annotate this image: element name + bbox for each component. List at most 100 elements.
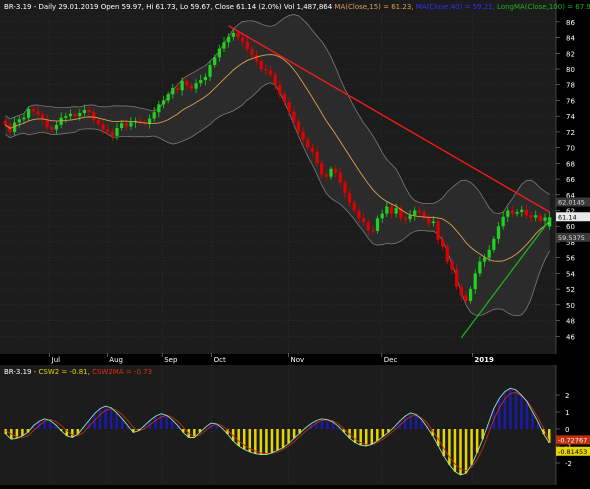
candle-body [129, 122, 133, 127]
candle-body [394, 208, 398, 214]
time-tick-label: Sep [164, 356, 178, 364]
candle-body [240, 37, 245, 42]
candle-body [459, 286, 463, 296]
price-tick-label: 60 [566, 223, 575, 231]
candle-body [329, 168, 333, 177]
candle-body [120, 123, 124, 128]
candle-body [310, 147, 315, 152]
candle-body [389, 206, 394, 214]
candle-body [338, 172, 342, 183]
price-tick-label: 54 [566, 270, 575, 278]
candle-body [264, 69, 268, 71]
time-tick-label: 2019 [474, 356, 494, 364]
candle-body [54, 124, 59, 130]
candle-body [320, 163, 324, 175]
candle-body [347, 193, 352, 203]
candle-body [473, 273, 477, 290]
price-axis: 4648505254565860626466687072747678808284… [555, 0, 575, 354]
header-line: BR-3.19 - Daily 29.01.2019 Open 59.97, H… [4, 3, 590, 11]
candle-body [427, 217, 431, 224]
osc-csw2ma-label: CSW2MA = -0.73 [92, 368, 152, 376]
candle-body [445, 246, 449, 262]
candle-body [529, 215, 533, 218]
chart-window: 46 48 50 52 54 56 58 60 62 64 66 68 70 72 74 76 78 80 82 84… [0, 0, 590, 485]
price-tick-label: 82 [566, 50, 575, 58]
candle-body [64, 116, 68, 118]
time-tick-label: Dec [384, 356, 398, 364]
candle-body [380, 213, 384, 219]
header-info: - Daily 29.01.2019 Open 59.97, Hi 61.73,… [32, 3, 333, 11]
candle-body [408, 215, 412, 220]
candle-body [82, 109, 87, 114]
value-tags: 62.0145 61.14 59.5375 -0.72767 -0.81453 [556, 197, 590, 456]
candle-body [157, 104, 161, 113]
candle-body [296, 121, 301, 132]
candle-body [543, 217, 547, 221]
candle-body [306, 139, 310, 148]
candle-body [464, 295, 468, 301]
price-tick-label: 68 [566, 160, 575, 168]
candle-body [213, 57, 217, 66]
candle-body [199, 80, 203, 84]
candle-body [417, 210, 422, 213]
candle-body [478, 261, 482, 274]
candle-body [22, 117, 26, 120]
candle-body [454, 269, 459, 287]
candle-body [189, 85, 194, 89]
candle-body [510, 210, 515, 214]
candle-body [324, 174, 328, 177]
candle-body [73, 113, 77, 117]
candle-body [385, 206, 389, 214]
price-tick-label: 48 [566, 318, 575, 326]
last-price-tag: 61.14 [558, 213, 577, 221]
candle-body [492, 238, 496, 250]
candle-body [217, 48, 221, 58]
osc-tick-label: 2 [565, 392, 569, 400]
candle-body [292, 111, 296, 122]
candle-body [26, 109, 31, 118]
header-ma-label: MA(Close,15) = 61.23, [334, 3, 413, 11]
lower-band-tag: 59.5375 [558, 234, 585, 242]
candle-body [361, 218, 366, 223]
candle-body [245, 41, 249, 50]
osc-csw2-label: - CSW2 = -0.81, [34, 368, 90, 376]
oscillator-axis: -2-1012 [555, 365, 572, 485]
candle-body [534, 215, 538, 218]
candle-body [431, 221, 435, 224]
candle-body [166, 94, 170, 101]
candle-body [278, 84, 282, 95]
time-tick-label: Nov [290, 356, 304, 364]
candle-body [175, 87, 180, 91]
price-chart-svg: 4648505254565860626466687072747678808284… [0, 0, 590, 485]
candle-body [538, 215, 542, 221]
candle-body [115, 127, 119, 136]
price-tick-label: 52 [566, 286, 575, 294]
header-symbol: BR-3.19 [4, 3, 32, 11]
candle-body [524, 209, 529, 216]
candle-body [17, 119, 21, 123]
candle-body [268, 70, 273, 75]
candle-body [110, 131, 114, 136]
candle-body [227, 36, 231, 43]
candle-body [106, 129, 110, 132]
candle-body [352, 202, 356, 211]
candle-body [96, 120, 101, 125]
price-tick-label: 84 [566, 35, 575, 43]
candle-body [194, 83, 198, 89]
candle-body [273, 74, 277, 85]
candle-body [371, 230, 375, 232]
price-tick-label: 76 [566, 97, 575, 105]
osc-tick-label: 0 [565, 426, 569, 434]
candle-body [185, 80, 189, 86]
candle-body [282, 94, 287, 103]
osc-tick-label: -2 [565, 460, 572, 468]
candle-body [334, 168, 338, 173]
candle-body [403, 218, 408, 220]
time-axis: Jul Aug Sep Oct Nov Dec 2019 [0, 353, 556, 365]
price-tick-label: 72 [566, 129, 575, 137]
candle-body [203, 76, 208, 81]
price-tick-label: 70 [566, 145, 575, 153]
candle-body [450, 261, 454, 270]
price-tick-label: 80 [566, 66, 575, 74]
candle-body [152, 112, 156, 119]
